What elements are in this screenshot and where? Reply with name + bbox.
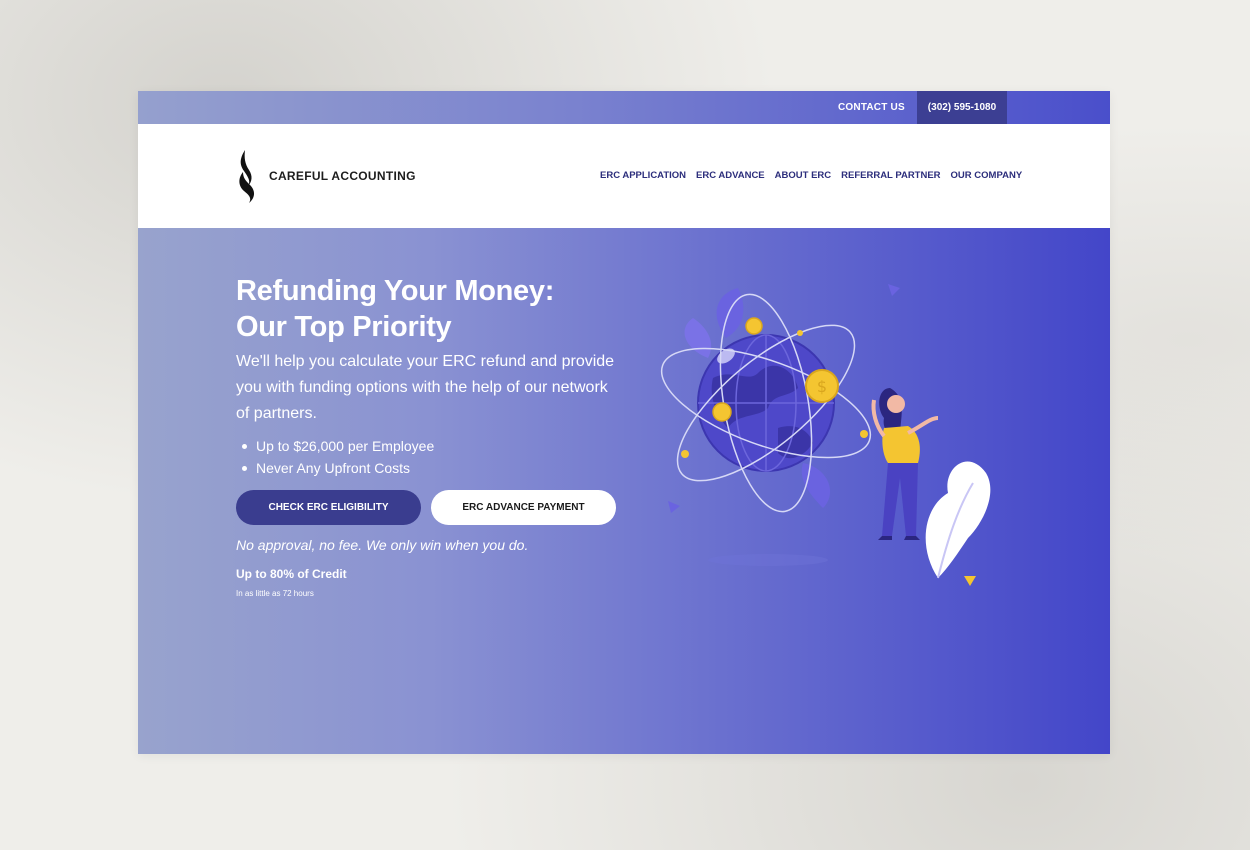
main-nav: ERC APPLICATION ERC ADVANCE ABOUT ERC RE… bbox=[600, 170, 1022, 181]
nav-about-erc[interactable]: ABOUT ERC bbox=[775, 170, 831, 181]
contact-us-link[interactable]: CONTACT US bbox=[838, 91, 905, 124]
brand-name: CAREFUL ACCOUNTING bbox=[269, 169, 416, 183]
nav-our-company[interactable]: OUR COMPANY bbox=[951, 170, 1023, 181]
credit-title: Up to 80% of Credit bbox=[236, 567, 347, 581]
hero-subtext: We'll help you calculate your ERC refund… bbox=[236, 353, 615, 422]
phone-link[interactable]: (302) 595-1080 bbox=[917, 91, 1007, 124]
benefit-item: Never Any Upfront Costs bbox=[236, 457, 434, 479]
navigation-bar: CAREFUL ACCOUNTING ERC APPLICATION ERC A… bbox=[138, 124, 1110, 228]
nav-erc-advance[interactable]: ERC ADVANCE bbox=[696, 170, 765, 181]
nav-erc-application[interactable]: ERC APPLICATION bbox=[600, 170, 686, 181]
check-erc-eligibility-button[interactable]: CHECK ERC ELIGIBILITY bbox=[236, 490, 421, 525]
nav-referral-partner[interactable]: REFERRAL PARTNER bbox=[841, 170, 940, 181]
website-mockup: CONTACT US (302) 595-1080 CAREFUL ACCOUN… bbox=[138, 91, 1110, 754]
svg-text:$: $ bbox=[817, 377, 827, 396]
erc-advance-payment-button[interactable]: ERC ADVANCE PAYMENT bbox=[431, 490, 616, 525]
top-bar: CONTACT US (302) 595-1080 bbox=[138, 91, 1110, 124]
benefit-list: Up to $26,000 per Employee Never Any Upf… bbox=[236, 435, 434, 479]
headline-line-1: Refunding Your Money: bbox=[236, 275, 555, 307]
benefit-item: Up to $26,000 per Employee bbox=[236, 435, 434, 457]
hero-tagline: No approval, no fee. We only win when yo… bbox=[236, 537, 529, 553]
hero-section: Refunding Your Money: Our Top Priority W… bbox=[138, 228, 1110, 754]
headline-line-2: Our Top Priority bbox=[236, 311, 452, 343]
flame-logo-icon bbox=[239, 150, 255, 203]
brand-logo[interactable]: CAREFUL ACCOUNTING bbox=[236, 150, 436, 204]
globe-woman-illustration: $ bbox=[660, 284, 991, 586]
hero-headline: Refunding Your Money: Our Top Priority bbox=[236, 273, 554, 345]
credit-subtitle: In as little as 72 hours bbox=[236, 589, 314, 598]
